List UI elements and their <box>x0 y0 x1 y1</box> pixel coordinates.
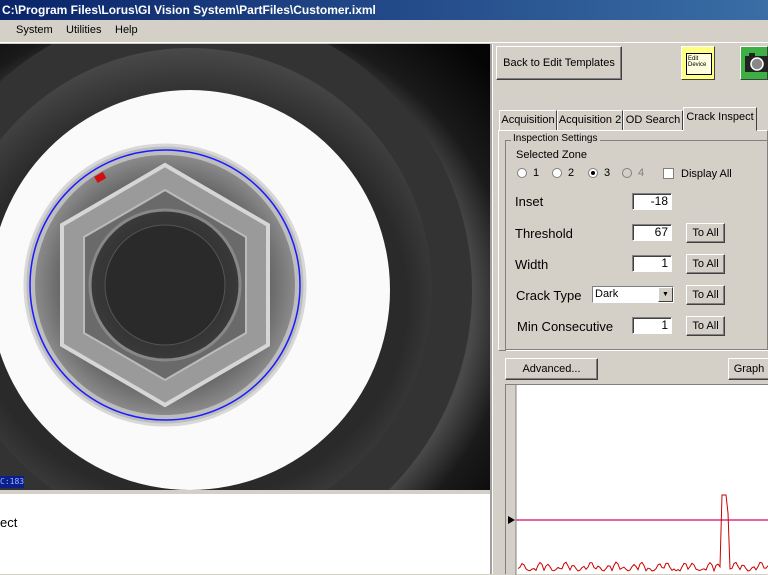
tab-crack-inspect[interactable]: Crack Inspect <box>683 107 757 131</box>
threshold-label: Threshold <box>515 226 573 241</box>
display-all-checkbox[interactable] <box>663 168 674 179</box>
inspection-settings-title: Inspection Settings <box>511 133 600 144</box>
zone-label-3: 3 <box>604 167 611 179</box>
camera-label: C:183 <box>0 476 25 488</box>
zone-label-2: 2 <box>568 167 575 179</box>
back-to-edit-templates-button[interactable]: Back to Edit Templates <box>496 46 622 80</box>
window-title: C:\Program Files\Lorus\GI Vision System\… <box>2 3 376 17</box>
min-consecutive-input[interactable]: 1 <box>632 317 672 334</box>
crack-type-value: Dark <box>595 288 619 300</box>
edit-device-icon-label: Edit Device <box>688 56 707 68</box>
camera-view[interactable] <box>0 44 490 490</box>
crack-graph[interactable] <box>505 384 768 575</box>
width-label: Width <box>515 257 549 272</box>
chevron-down-icon[interactable]: ▼ <box>658 287 673 302</box>
part-image <box>0 44 490 490</box>
tab-acquisition-2[interactable]: Acquisition 2 <box>557 110 623 131</box>
edit-device-icon: Edit Device <box>686 53 712 75</box>
crack-type-select[interactable]: Dark ▼ <box>592 286 674 303</box>
zone-radio-3[interactable] <box>588 168 598 178</box>
min-consecutive-label: Min Consecutive <box>517 319 614 334</box>
menu-utilities[interactable]: Utilities <box>66 24 101 36</box>
status-text: ect <box>0 515 18 530</box>
threshold-input[interactable]: 67 <box>632 224 672 241</box>
crack-type-label: Crack Type <box>516 288 582 303</box>
status-area: ect <box>0 494 490 574</box>
menu-bar: System Utilities Help <box>0 20 768 43</box>
zone-label-1: 1 <box>533 167 540 179</box>
width-input[interactable]: 1 <box>632 255 672 272</box>
inset-label: Inset <box>515 194 544 209</box>
width-to-all-button[interactable]: To All <box>686 254 725 274</box>
splitter[interactable] <box>490 44 493 574</box>
menu-system[interactable]: System <box>16 24 53 36</box>
min-consecutive-to-all-button[interactable]: To All <box>686 316 725 336</box>
zone-radio-1[interactable] <box>517 168 527 178</box>
zone-radio-4 <box>622 168 632 178</box>
window-title-bar: C:\Program Files\Lorus\GI Vision System\… <box>0 0 768 20</box>
camera-button[interactable] <box>740 46 768 80</box>
edit-device-button[interactable]: Edit Device <box>681 46 715 80</box>
graph-axis-strip <box>506 385 516 575</box>
selected-zone-label: Selected Zone <box>516 149 587 161</box>
advanced-button[interactable]: Advanced... <box>505 358 598 380</box>
zone-radio-2[interactable] <box>552 168 562 178</box>
tab-od-search[interactable]: OD Search <box>623 110 683 131</box>
crack-type-to-all-button[interactable]: To All <box>686 285 725 305</box>
graph-button[interactable]: Graph <box>728 358 768 380</box>
display-all-label: Display All <box>681 168 732 180</box>
tab-acquisition[interactable]: Acquisition <box>499 110 557 131</box>
signal-trace <box>517 494 768 573</box>
inset-input[interactable]: -18 <box>632 193 672 210</box>
threshold-to-all-button[interactable]: To All <box>686 223 725 243</box>
zone-label-4: 4 <box>638 167 645 179</box>
camera-icon <box>745 53 768 72</box>
menu-help[interactable]: Help <box>115 24 138 36</box>
crack-graph-plot <box>506 385 768 575</box>
